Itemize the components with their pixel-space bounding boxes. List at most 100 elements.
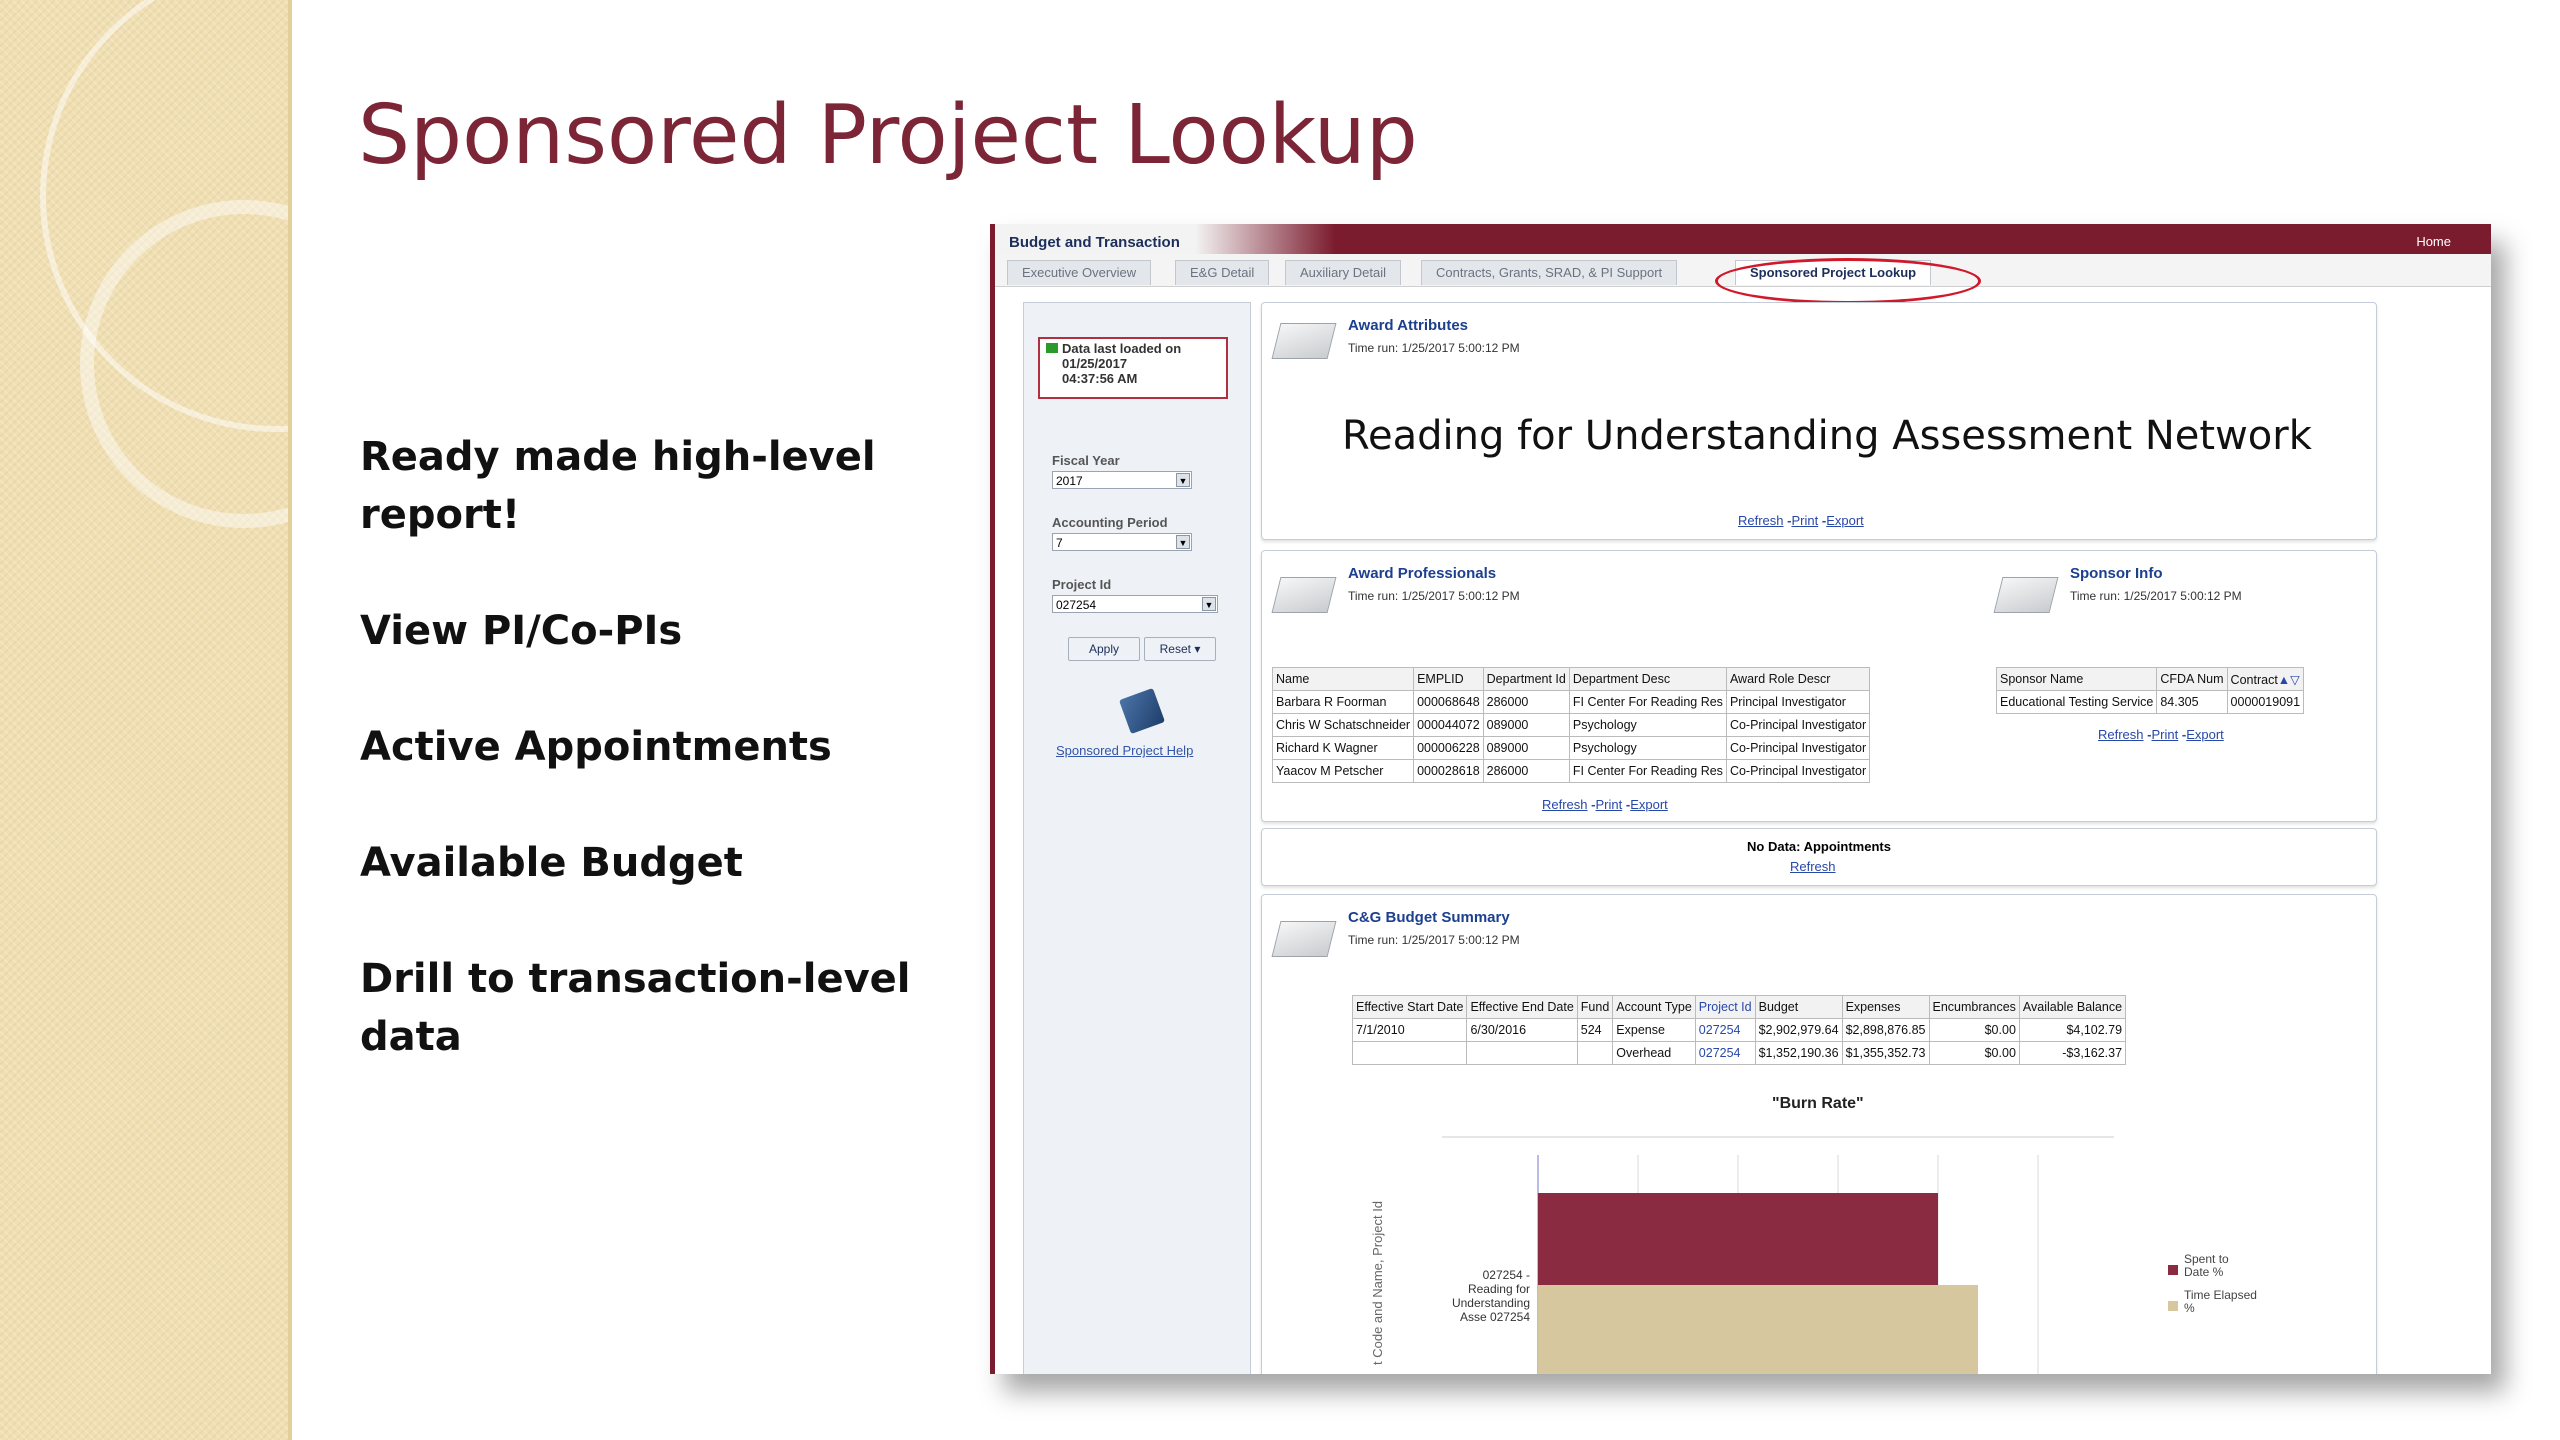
sponsor-info-table: Sponsor Name CFDA Num Contract▲▽ Educati…: [1995, 667, 2305, 714]
column-header: Name: [1271, 667, 1415, 691]
legend-swatch: [2168, 1301, 2178, 1311]
table-cell: Psychology: [1568, 736, 1727, 760]
reset-button[interactable]: Reset ▾: [1144, 637, 1216, 661]
column-header: Department Desc: [1568, 667, 1727, 691]
table-cell: Co-Principal Investigator: [1725, 736, 1871, 760]
accounting-period-label: Accounting Period: [1052, 515, 1168, 530]
table-cell: FI Center For Reading Res: [1568, 690, 1727, 714]
slide-bullets: Ready made high-level report! View PI/Co…: [360, 428, 920, 1124]
legend-label: Time Elapsed%: [2184, 1288, 2257, 1315]
print-link[interactable]: Print: [1596, 797, 1623, 812]
prompts-panel: Data last loaded on 01/25/2017 04:37:56 …: [1023, 302, 1251, 1374]
dropdown-arrow-icon[interactable]: ▼: [1202, 597, 1216, 611]
export-link[interactable]: Export: [1826, 513, 1864, 528]
print-link[interactable]: Print: [1792, 513, 1819, 528]
accounting-period-value: 7: [1056, 536, 1063, 550]
column-header: Department Id: [1482, 667, 1570, 691]
refresh-link[interactable]: Refresh: [1738, 513, 1784, 528]
table-row: Overhead 027254 $1,352,190.36 $1,355,352…: [1351, 1041, 2127, 1065]
refresh-link[interactable]: Refresh: [1542, 797, 1588, 812]
table-cell: 089000: [1482, 713, 1570, 737]
appointments-card: No Data: Appointments Refresh: [1261, 828, 2377, 886]
project-id-select[interactable]: 027254 ▼: [1052, 595, 1218, 613]
column-header: Available Balance: [2018, 995, 2127, 1019]
home-link[interactable]: Home: [2416, 234, 2451, 249]
tab-executive-overview[interactable]: Executive Overview: [1007, 260, 1152, 285]
bullet-item: Ready made high-level report!: [360, 434, 876, 538]
tab-eg-detail[interactable]: E&G Detail: [1175, 260, 1270, 285]
report-icon: [1993, 577, 2059, 613]
award-attributes-title: Award Attributes: [1348, 317, 1469, 334]
app-header: Budget and Transaction Home: [995, 224, 2491, 254]
column-header: Effective Start Date: [1351, 995, 1468, 1019]
table-cell: 286000: [1482, 759, 1570, 783]
project-id-link[interactable]: 027254: [1694, 1018, 1756, 1042]
sponsored-project-help-link[interactable]: Sponsored Project Help: [1056, 743, 1193, 758]
accounting-period-select[interactable]: 7 ▼: [1052, 533, 1192, 551]
sort-arrows-icon[interactable]: ▲▽: [2278, 673, 2300, 687]
budget-summary-table: Effective Start Date Effective End Date …: [1351, 995, 2127, 1065]
bullet-item: Available Budget: [360, 840, 743, 886]
last-loaded-date: 01/25/2017: [1062, 356, 1128, 371]
column-header: Account Type: [1612, 995, 1696, 1019]
tab-auxiliary-detail[interactable]: Auxiliary Detail: [1285, 260, 1401, 285]
slide-decoration: [0, 0, 292, 1440]
report-links: Refresh -Print -Export: [1738, 513, 1864, 528]
report-icon: [1271, 323, 1337, 359]
slide-title: Sponsored Project Lookup: [358, 88, 1418, 183]
budget-summary-title: C&G Budget Summary: [1348, 909, 1510, 926]
table-cell: 000068648: [1413, 690, 1484, 714]
award-professionals-card: Award Professionals Time run: 1/25/2017 …: [1261, 550, 2377, 822]
table-cell: [1576, 1041, 1614, 1065]
project-id-link[interactable]: 027254: [1694, 1041, 1756, 1065]
table-cell: Overhead: [1612, 1041, 1696, 1065]
column-header: Expenses: [1841, 995, 1930, 1019]
time-run: Time run: 1/25/2017 5:00:12 PM: [2070, 589, 2242, 603]
chart-title: "Burn Rate": [1772, 1095, 1864, 1112]
table-cell: 000028618: [1413, 759, 1484, 783]
report-links: Refresh: [1790, 859, 1836, 874]
table-cell: Educational Testing Service: [1995, 690, 2158, 714]
time-run: Time run: 1/25/2017 5:00:12 PM: [1348, 341, 1520, 355]
time-run: Time run: 1/25/2017 5:00:12 PM: [1348, 589, 1520, 603]
table-cell: Richard K Wagner: [1271, 736, 1415, 760]
refresh-link[interactable]: Refresh: [2098, 727, 2144, 742]
table-cell: 286000: [1482, 690, 1570, 714]
table-cell: Yaacov M Petscher: [1271, 759, 1415, 783]
table-cell: Barbara R Foorman: [1271, 690, 1415, 714]
app-name: Budget and Transaction: [1009, 234, 1180, 251]
table-cell: Expense: [1612, 1018, 1696, 1042]
table-row: Educational Testing Service 84.305 00000…: [1995, 690, 2305, 714]
print-link[interactable]: Print: [2152, 727, 2179, 742]
column-header[interactable]: Project Id: [1694, 995, 1756, 1019]
column-header-sortable[interactable]: Contract▲▽: [2226, 667, 2305, 691]
dropdown-arrow-icon[interactable]: ▼: [1176, 535, 1190, 549]
tab-contracts-grants[interactable]: Contracts, Grants, SRAD, & PI Support: [1421, 260, 1678, 285]
column-header: CFDA Num: [2156, 667, 2228, 691]
table-header-row: Effective Start Date Effective End Date …: [1351, 995, 2127, 1019]
export-link[interactable]: Export: [1630, 797, 1668, 812]
fiscal-year-select[interactable]: 2017 ▼: [1052, 471, 1192, 489]
table-cell: $1,355,352.73: [1841, 1041, 1930, 1065]
bullet-item: Active Appointments: [360, 724, 832, 770]
table-cell: Co-Principal Investigator: [1725, 759, 1871, 783]
export-link[interactable]: Export: [2186, 727, 2224, 742]
dropdown-arrow-icon[interactable]: ▼: [1176, 473, 1190, 487]
fiscal-year-value: 2017: [1056, 474, 1083, 488]
apply-button[interactable]: Apply: [1068, 637, 1140, 661]
table-cell: 000044072: [1413, 713, 1484, 737]
data-last-loaded-box: Data last loaded on 01/25/2017 04:37:56 …: [1038, 337, 1228, 399]
column-header: Fund: [1576, 995, 1614, 1019]
last-loaded-time: 04:37:56 AM: [1062, 371, 1138, 386]
table-cell: Psychology: [1568, 713, 1727, 737]
table-cell: 000006228: [1413, 736, 1484, 760]
award-professionals-title: Award Professionals: [1348, 565, 1497, 582]
column-header: Sponsor Name: [1995, 667, 2158, 691]
table-cell: Co-Principal Investigator: [1725, 713, 1871, 737]
table-cell: 6/30/2016: [1466, 1018, 1578, 1042]
column-header-label: Contract: [2230, 672, 2278, 687]
table-row: Yaacov M Petscher 000028618 286000 FI Cente…: [1271, 759, 1871, 783]
refresh-link[interactable]: Refresh: [1790, 859, 1836, 874]
time-run: Time run: 1/25/2017 5:00:12 PM: [1348, 933, 1520, 947]
last-loaded-label: Data last loaded on: [1062, 341, 1182, 356]
